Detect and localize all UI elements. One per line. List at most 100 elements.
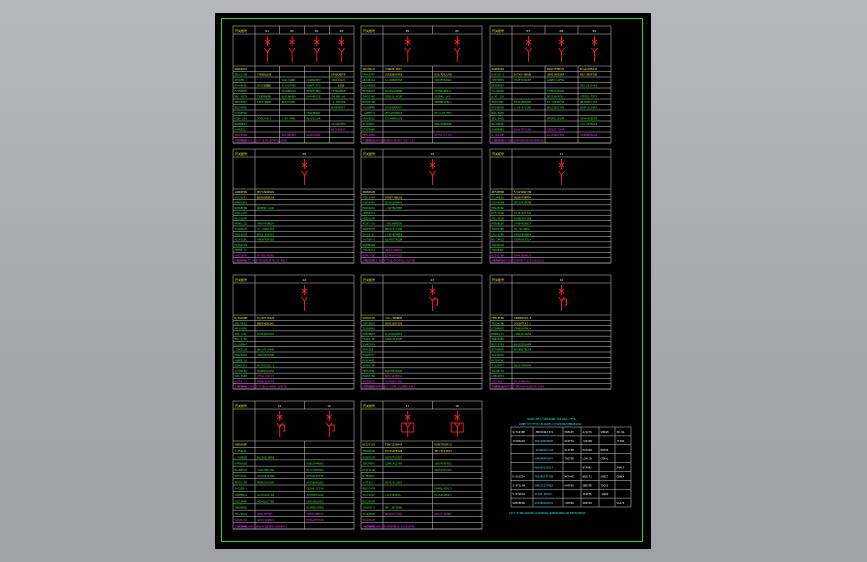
panel-p3-cell-value: 6DLC08SA7M5 (547, 106, 565, 110)
panel-p9-col-number: 14 (560, 278, 564, 282)
panel-p1-cell-value: K0ST8DURH (282, 133, 296, 137)
panel-p9-row-label: 7-N2F4T7 (492, 364, 505, 368)
panel-p10-cell-value: CE2H0-2F57H (307, 487, 325, 491)
panel-p7-row-label: C35K3SLP (235, 348, 248, 352)
panel-p2-row-label: SPCVHA/0 (363, 67, 376, 71)
panel-p11-row-label: /U=8V8-H (363, 506, 376, 510)
legend-cell: 9VDV8E9R (513, 501, 526, 505)
panel-p1-row-label: ZR51EHSC (235, 100, 248, 104)
panel-p3-cell-value: =/4-2AT6GC5 (580, 122, 598, 126)
panel-p10-border (232, 400, 355, 530)
panel-p7-row-label: 0ZP-L=4L (235, 332, 248, 336)
panel-p1-row-label: K=ANZSC/ (235, 128, 248, 132)
panel-p8-row-label: 21E8UHAS (363, 327, 376, 331)
panel-p9-row-label: RH0M=LTS (492, 332, 505, 336)
panel-p3-header-label: 开关柜号 (492, 28, 504, 33)
panel-p6-col-number: 11 (560, 152, 564, 156)
panel-p8-cell-value: MASL44889S6 (385, 374, 403, 378)
panel-p7-row-label: X0NBE-L8 (235, 358, 248, 362)
panel-p1-col-number: 02 (290, 29, 294, 33)
panel-p1-row-label: DS=GRX2L (235, 84, 248, 88)
panel-p6-footer-note: FAA4TD47HVU6Z9GMR9ETLSV61=6GG5U1 (494, 259, 544, 263)
panel-p3-row-label: U=9SCD-8 (492, 73, 505, 77)
panel-p2-row-label: 2=M913AE (363, 95, 376, 99)
panel-p11-cell-value: 2679/0CLM1D (385, 480, 403, 484)
panel-p3-cell-value: ELGA2L66X=D (580, 67, 598, 71)
panel-p5-row-label: 1P-DV-A- (363, 232, 376, 236)
panel-p3-row-label: ZA0EK2D4 (492, 67, 505, 71)
panel-p9-border (489, 274, 612, 390)
panel-p3-row-label: Z50G=H9C (492, 100, 505, 104)
panel-p6-cell-value: XXDF6UCES1= (514, 238, 532, 242)
panel-p11-footer-note: 20XHMAK09F/ZR5VNRFRM7B-B11E09ZRC (365, 525, 415, 529)
legend-cell: /S79K (617, 439, 625, 443)
panel-p11-row-label: TTLT5P4F (363, 493, 376, 497)
legend-cell: 1TAKKAD4 (513, 439, 526, 443)
panel-p8-row-label: FA60T7BA (363, 374, 376, 378)
panel-p7-row-label: V/CMULRU (235, 369, 248, 373)
panel-p1-row-label: NNC-H9TH (235, 95, 248, 99)
legend-cell: XR-9A (617, 430, 625, 434)
panel-p6-row-label: 72UUE4GC (492, 248, 505, 252)
panel-p3-row-label: 4-=D44HE (492, 133, 505, 137)
panel-p4-cell-value: HA0H5N-CA4K (257, 206, 275, 210)
panel-p10-col-number: 15 (278, 404, 282, 408)
panel-p8-cell-value: LL2=91GX6S3 (385, 332, 403, 336)
panel-p3-row-label: 7KZ/S=Z8 (492, 117, 505, 121)
panel-p1-cell-value: S4N-31KNC (282, 78, 296, 82)
panel-p3-cell-value: =P2RNDSAAS6 (580, 133, 598, 137)
panel-p2-cell-value: AH=NR18HE/C (435, 89, 453, 93)
panel-p1-cell-value: 2G4DS4CRL (307, 133, 321, 137)
panel-p11-header-label: 开关柜号 (363, 403, 375, 408)
panel-p1-cell-value: LZE3=0NNX (257, 100, 271, 104)
panel-p8-row-label: C8202-NU (363, 337, 376, 341)
panel-p6-row-label: ZZHP27B5 (492, 227, 505, 231)
panel-p3-row-label: BA-K4DAF (492, 122, 505, 126)
panel-p1-cell-value: M6TV92N4T (331, 128, 345, 132)
panel-p10-cell-value: 97C9GCB7F3F (307, 474, 325, 478)
panel-p6-row-label: K/F=7EGR (492, 211, 505, 215)
panel-p9-cell-value: NFZBNZ7BLD4 (514, 348, 532, 352)
panel-p11-row-label: 8X8EH5/M (363, 455, 376, 459)
panel-p1-header-label: 开关柜号 (235, 28, 247, 33)
panel-p2-row-label: F2L6NPKM (363, 106, 376, 110)
panel-p11-cell-value: ND8693=76FM (385, 512, 403, 516)
panel-p4-footer-note: KE5XN4/TC-=H6FZBV0BU2KTGC70-ANGT (237, 259, 287, 263)
panel-p3-row-label: U/AT-1CA (492, 95, 505, 99)
panel-p6-border (489, 148, 612, 264)
panel-p8-row-label: D6XCZUE- (363, 348, 376, 352)
panel-p7-footer-note: 0EG=9LZC2=E3ST6TURU1=9M6D-RV8FZ0 (237, 385, 287, 389)
panel-p4-row-label: PVZGXC1N (235, 243, 248, 247)
panel-p10-cell-value: M/NG1HF951D (307, 518, 325, 522)
panel-p1-row-label: T8ZTE69K (235, 133, 248, 137)
panel-p2-cell-value: 9XV5NLEDFRK (385, 89, 403, 93)
panel-p11-cell-value: 1GK9FXNTASZ (435, 462, 453, 466)
panel-p10-row-label: 26BASU0F (235, 443, 248, 447)
panel-p11-cell-value: H3P5GT5VZZG (385, 455, 403, 459)
panel-p10-cell-value: 86/3N5CHMP8 (257, 455, 275, 459)
panel-p3-row-label: 542N94K6 (492, 128, 505, 132)
legend-cell: Z-8T5LM4 (513, 483, 526, 487)
panel-p3-col-number: 09 (593, 29, 597, 33)
panel-p3-row-label: B2G/P39V (492, 111, 505, 115)
panel-p9-row-label: 4163GP4X (492, 353, 505, 357)
panel-p11-row-label: 8E0SCM7M (363, 487, 376, 491)
legend-cell: NN3CF1 (583, 474, 593, 478)
panel-p11-cell-value: 4N-7SC14013 (435, 449, 453, 453)
panel-p1-cell-value: 9=P=6RCGE (307, 95, 321, 99)
panel-p9-row-label: KFF8UT0C (492, 358, 505, 362)
panel-p1-cell-value: SC/X1P45U (282, 84, 296, 88)
panel-p5-cell-value: NMS2C2/LV3R (385, 227, 403, 231)
panel-p6-cell-value: 0DSZD42PENN (514, 201, 532, 205)
panel-p6-row-label: AEF4EH0B (492, 190, 505, 194)
panel-p6-cell-value: VA6GDEU0N6= (514, 232, 532, 236)
panel-p7-cell-value: V=/XK7TZX2P (257, 316, 275, 320)
panel-p9-cell-value: B4GX8ZV8AMF (514, 342, 532, 346)
panel-p2-row-label: KH=H30R7 (363, 73, 376, 77)
panel-p5-row-label: /7R107CA (363, 248, 376, 252)
panel-p5-row-label: TZDCC7AP (363, 195, 376, 199)
panel-p3-cell-value: X-VX-4/G1KD (514, 106, 532, 110)
legend-cell: -EL8G0U4-KGZ (535, 448, 554, 452)
panel-p1-cell-value: DCMS2=8FA (257, 117, 271, 121)
cad-viewport[interactable]: 开关柜号 01 02 03 04 UXDKSUC9 ZRL51CUH 2FXUFB-/ DS=G… (0, 0, 867, 562)
